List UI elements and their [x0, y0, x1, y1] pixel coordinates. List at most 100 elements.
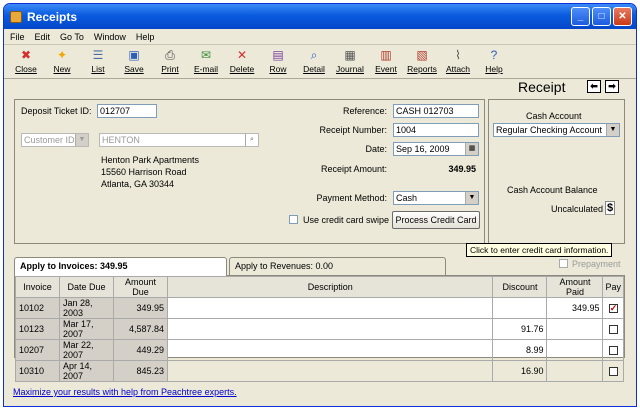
title-bar: Receipts _ □ ✕ — [4, 4, 636, 29]
date-field[interactable]: Sep 16, 2009 ▦ — [393, 142, 479, 156]
print-icon: ⎙ — [165, 48, 175, 62]
cell-desc[interactable] — [166, 318, 494, 340]
toolbar-label: E-mail — [193, 64, 219, 74]
cell-desc[interactable] — [166, 297, 494, 319]
cell-paid[interactable]: 349.95 — [546, 297, 604, 319]
help-button[interactable]: ? Help — [476, 45, 512, 77]
cell-invoice: 10207 — [15, 339, 60, 361]
customer-id-field[interactable]: Customer ID ▼ — [21, 133, 89, 147]
payment-method-select[interactable]: Cash ▼ — [393, 191, 479, 205]
cell-amount: 4,587.84 — [113, 318, 168, 340]
previous-record-button[interactable]: ⬅ — [587, 80, 601, 93]
calculate-balance-icon[interactable]: $ — [605, 201, 616, 215]
column-header[interactable]: Amount Paid — [546, 276, 604, 298]
menu-bar: File Edit Go To Window Help — [4, 29, 636, 45]
reference-label: Reference: — [342, 106, 387, 116]
reports-button[interactable]: ▧ Reports — [404, 45, 440, 77]
cell-paid[interactable] — [546, 339, 604, 361]
tab-apply-to-revenues[interactable]: Apply to Revenues: 0.00 — [229, 257, 446, 275]
column-header[interactable]: Date Due — [59, 276, 114, 298]
print-button[interactable]: ⎙ Print — [152, 45, 188, 77]
chevron-down-icon[interactable]: ▼ — [606, 124, 619, 136]
email-button[interactable]: ✉ E-mail — [188, 45, 224, 77]
reference-field[interactable]: CASH 012703 — [393, 104, 479, 118]
cell-paid[interactable] — [546, 360, 604, 382]
next-record-button[interactable]: ➡ — [605, 80, 619, 93]
prepayment-checkbox[interactable] — [559, 259, 568, 268]
toolbar-label: List — [91, 64, 105, 74]
window-title: Receipts — [27, 9, 78, 24]
event-button[interactable]: ▥ Event — [368, 45, 404, 77]
toolbar-label: Reports — [407, 64, 437, 74]
pay-checkbox[interactable] — [608, 325, 618, 335]
pay-checkbox[interactable]: ✓ — [608, 304, 618, 314]
row-icon: ▤ — [272, 48, 284, 62]
cell-discount[interactable]: 91.76 — [492, 318, 548, 340]
menu-item-go-to[interactable]: Go To — [60, 32, 84, 42]
peachtree-experts-link[interactable]: Maximize your results with help from Pea… — [13, 387, 237, 397]
cell-discount[interactable]: 16.90 — [492, 360, 548, 382]
column-header[interactable]: Pay — [602, 276, 624, 298]
pay-checkbox[interactable] — [608, 367, 618, 377]
row-button[interactable]: ▤ Row — [260, 45, 296, 77]
deposit-ticket-field[interactable]: 012707 — [97, 104, 157, 118]
date-value: Sep 16, 2009 — [396, 144, 450, 154]
detail-button[interactable]: ⌕ Detail — [296, 45, 332, 77]
cell-discount[interactable]: 8.99 — [492, 339, 548, 361]
cash-account-panel: Cash Account Regular Checking Account ▼ … — [488, 99, 625, 244]
close-window-button[interactable]: ✕ — [613, 7, 632, 26]
page-title: Receipt — [518, 79, 566, 95]
cash-balance-label: Cash Account Balance — [507, 185, 598, 195]
column-header[interactable]: Discount — [492, 276, 548, 298]
toolbar: ✖ Close ✦ New ☰ List ▣ Save ⎙ Print ✉ E-mail ✕ Delete… — [4, 45, 636, 79]
process-credit-card-button[interactable]: Process Credit Card — [392, 211, 480, 229]
customer-name-field[interactable]: HENTON ⌕ — [99, 133, 259, 147]
toolbar-label: Event — [375, 64, 397, 74]
menu-item-help[interactable]: Help — [136, 32, 155, 42]
maximize-button[interactable]: □ — [592, 7, 611, 26]
cell-desc[interactable] — [166, 339, 494, 361]
save-button[interactable]: ▣ Save — [116, 45, 152, 77]
table-row: 10310 Apr 14, 2007 845.23 16.90 — [15, 360, 624, 382]
chevron-down-icon[interactable]: ▼ — [75, 134, 88, 146]
delete-button[interactable]: ✕ Delete — [224, 45, 260, 77]
menu-item-edit[interactable]: Edit — [35, 32, 51, 42]
column-header[interactable]: Description — [166, 276, 494, 298]
deposit-ticket-label: Deposit Ticket ID: — [21, 106, 92, 116]
chevron-down-icon[interactable]: ▼ — [465, 192, 478, 204]
minimize-button[interactable]: _ — [571, 7, 590, 26]
calendar-icon[interactable]: ▦ — [465, 143, 478, 155]
toolbar-label: Delete — [229, 64, 255, 74]
menu-item-file[interactable]: File — [10, 32, 25, 42]
new-icon: ✦ — [56, 48, 68, 62]
attach-icon: ⌇ — [455, 48, 461, 62]
cash-account-select[interactable]: Regular Checking Account ▼ — [493, 123, 620, 137]
close-button[interactable]: ✖ Close — [8, 45, 44, 77]
cell-date: Mar 17, 2007 — [59, 318, 114, 340]
lookup-icon[interactable]: ⌕ — [245, 134, 258, 146]
credit-card-swipe-checkbox[interactable] — [289, 215, 298, 224]
tooltip: Click to enter credit card information. — [466, 243, 613, 257]
journal-button[interactable]: ▦ Journal — [332, 45, 368, 77]
column-header[interactable]: Invoice — [15, 276, 60, 298]
receipt-header-panel: Deposit Ticket ID: 012707 Customer ID ▼ … — [14, 99, 485, 244]
cell-paid[interactable] — [546, 318, 604, 340]
payment-method-value: Cash — [396, 193, 418, 203]
cell-amount: 349.95 — [113, 297, 168, 319]
receipt-amount-value: 349.95 — [448, 164, 476, 174]
payment-method-label: Payment Method: — [316, 193, 387, 203]
column-header[interactable]: Amount Due — [113, 276, 168, 298]
new-button[interactable]: ✦ New — [44, 45, 80, 77]
tab-apply-to-invoices[interactable]: Apply to Invoices: 349.95 — [14, 257, 227, 276]
list-button[interactable]: ☰ List — [80, 45, 116, 77]
cell-discount[interactable] — [492, 297, 548, 319]
receipt-number-field[interactable]: 1004 — [393, 123, 479, 137]
attach-button[interactable]: ⌇ Attach — [440, 45, 476, 77]
cash-account-value: Regular Checking Account — [496, 125, 603, 135]
pay-checkbox[interactable] — [608, 346, 618, 356]
app-icon — [10, 10, 22, 23]
menu-item-window[interactable]: Window — [94, 32, 126, 42]
cell-desc[interactable] — [166, 360, 494, 382]
toolbar-label: Close — [15, 64, 37, 74]
help-icon: ? — [490, 48, 498, 62]
